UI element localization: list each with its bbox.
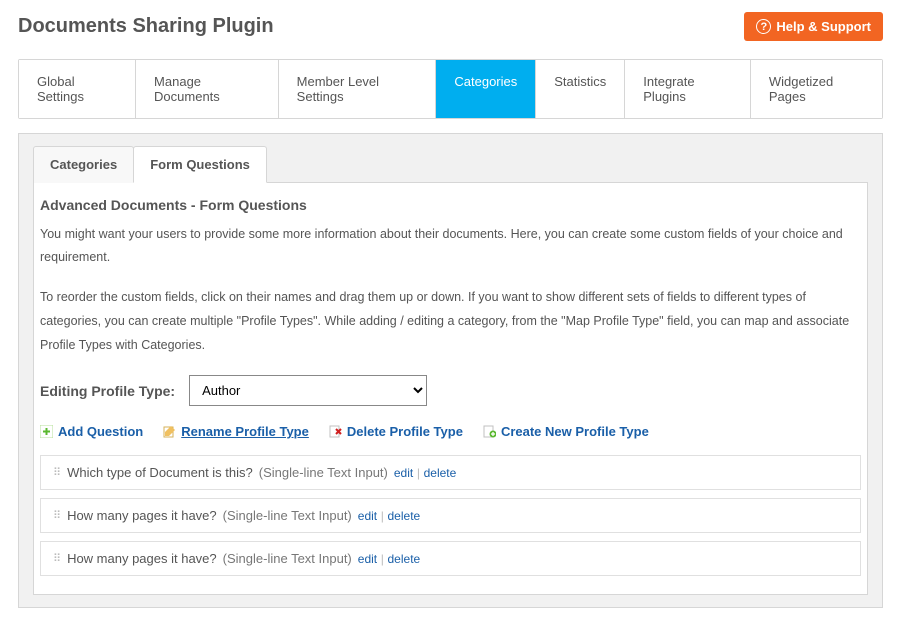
subtab-form-questions[interactable]: Form Questions <box>133 146 267 183</box>
field-row[interactable]: ⠿ How many pages it have? (Single-line T… <box>40 541 861 576</box>
field-row[interactable]: ⠿ How many pages it have? (Single-line T… <box>40 498 861 533</box>
plus-icon <box>40 425 53 438</box>
profile-type-select[interactable]: Author <box>189 375 427 406</box>
tab-integrate-plugins[interactable]: Integrate Plugins <box>625 60 751 118</box>
drag-handle-icon[interactable]: ⠿ <box>53 466 61 479</box>
profile-type-label: Editing Profile Type: <box>40 383 175 399</box>
create-profile-type-link[interactable]: Create New Profile Type <box>483 424 649 439</box>
add-question-link[interactable]: Add Question <box>40 424 143 439</box>
drag-handle-icon[interactable]: ⠿ <box>53 552 61 565</box>
field-delete-link[interactable]: delete <box>388 552 421 566</box>
tab-manage-documents[interactable]: Manage Documents <box>136 60 279 118</box>
new-icon <box>483 425 496 438</box>
section-desc-2: To reorder the custom fields, click on t… <box>40 286 861 357</box>
field-edit-link[interactable]: edit <box>358 509 377 523</box>
section-title: Advanced Documents - Form Questions <box>40 197 861 213</box>
delete-profile-type-link[interactable]: Delete Profile Type <box>329 424 463 439</box>
field-edit-link[interactable]: edit <box>394 466 413 480</box>
subtab-categories[interactable]: Categories <box>33 146 134 183</box>
field-delete-link[interactable]: delete <box>388 509 421 523</box>
tab-widgetized-pages[interactable]: Widgetized Pages <box>751 60 882 118</box>
help-support-button[interactable]: ? Help & Support <box>744 12 883 41</box>
field-delete-link[interactable]: delete <box>424 466 457 480</box>
tab-statistics[interactable]: Statistics <box>536 60 625 118</box>
add-question-label: Add Question <box>58 424 143 439</box>
delete-profile-type-label: Delete Profile Type <box>347 424 463 439</box>
create-profile-type-label: Create New Profile Type <box>501 424 649 439</box>
delete-icon <box>329 425 342 438</box>
pencil-icon <box>163 425 176 438</box>
field-label: Which type of Document is this? <box>67 465 253 480</box>
field-label: How many pages it have? <box>67 508 217 523</box>
content-panel: Categories Form Questions Advanced Docum… <box>18 133 883 608</box>
page-title: Documents Sharing Plugin <box>18 15 274 38</box>
tab-member-level-settings[interactable]: Member Level Settings <box>279 60 437 118</box>
separator: | <box>381 552 384 566</box>
field-type: (Single-line Text Input) <box>223 551 352 566</box>
main-tabs: Global Settings Manage Documents Member … <box>18 59 883 119</box>
separator: | <box>381 509 384 523</box>
question-circle-icon: ? <box>756 19 771 34</box>
rename-profile-type-link[interactable]: Rename Profile Type <box>163 424 309 439</box>
tab-global-settings[interactable]: Global Settings <box>19 60 136 118</box>
field-type: (Single-line Text Input) <box>223 508 352 523</box>
rename-profile-type-label: Rename Profile Type <box>181 424 309 439</box>
tab-categories[interactable]: Categories <box>436 60 536 118</box>
section-desc-1: You might want your users to provide som… <box>40 223 861 268</box>
separator: | <box>417 466 420 480</box>
field-type: (Single-line Text Input) <box>259 465 388 480</box>
field-row[interactable]: ⠿ Which type of Document is this? (Singl… <box>40 455 861 490</box>
drag-handle-icon[interactable]: ⠿ <box>53 509 61 522</box>
field-label: How many pages it have? <box>67 551 217 566</box>
sub-tabs: Categories Form Questions <box>33 146 868 183</box>
field-edit-link[interactable]: edit <box>358 552 377 566</box>
help-support-label: Help & Support <box>776 19 871 34</box>
